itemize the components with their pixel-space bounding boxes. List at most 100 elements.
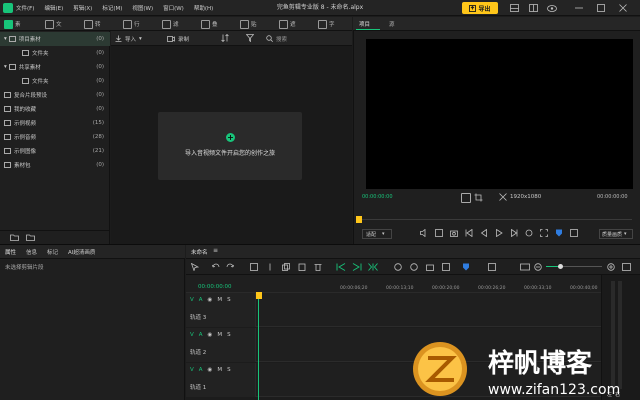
sort-button[interactable] [221, 34, 231, 42]
select-tool-icon[interactable] [191, 263, 199, 271]
track-toggle-m[interactable]: M [217, 297, 222, 303]
menu-file[interactable]: 文件(F) [16, 4, 34, 12]
chevron-down-icon[interactable]: ▾ [4, 64, 7, 70]
tab-sticker[interactable]: 贴 [240, 17, 257, 31]
track-toggle-s[interactable]: S [227, 297, 231, 303]
add-media-icon[interactable]: + [226, 133, 235, 142]
tab-ai-quality[interactable]: AI超清画质 [68, 248, 95, 256]
tab-properties[interactable]: 属性 [5, 248, 16, 256]
tree-item[interactable]: 我的收藏 (0) [0, 102, 110, 116]
import-dropzone[interactable] [158, 112, 302, 180]
eye-icon[interactable]: ◉ [208, 332, 213, 338]
panels-button[interactable] [524, 2, 542, 14]
tree-item[interactable]: ▾ 共享素材 (0) [0, 60, 110, 74]
tab-text[interactable]: 文 [45, 17, 62, 31]
trim-start-icon[interactable] [336, 263, 346, 271]
trim-end-icon[interactable] [352, 263, 362, 271]
track-toggle-s[interactable]: S [227, 367, 231, 373]
next-frame-icon[interactable] [510, 229, 518, 237]
tree-item[interactable]: 文件夹 (0) [0, 46, 110, 60]
eye-icon[interactable]: ◉ [208, 297, 213, 303]
tab-overlay[interactable]: 叠 [201, 17, 218, 31]
tree-item[interactable]: 示例音频 (28) [0, 130, 110, 144]
color-icon[interactable] [410, 263, 418, 271]
tab-sequence[interactable]: 未命名 [191, 248, 208, 256]
menu-window[interactable]: 窗口(W) [163, 4, 184, 12]
eye-icon[interactable]: ◉ [208, 367, 213, 373]
step-back-icon[interactable] [465, 229, 473, 237]
redo-icon[interactable] [226, 263, 234, 271]
menu-help[interactable]: 帮助(H) [194, 4, 213, 12]
playhead-handle[interactable] [256, 292, 262, 299]
track-toggle-a[interactable]: A [199, 332, 203, 338]
track-toggle-m[interactable]: M [217, 332, 222, 338]
tab-motion[interactable]: 行 [123, 17, 140, 31]
fullscreen-icon[interactable] [540, 229, 548, 237]
track-toggle-s[interactable]: S [227, 332, 231, 338]
track-toggle-m[interactable]: M [217, 367, 222, 373]
visibility-button[interactable] [543, 2, 561, 14]
crop-button[interactable] [474, 193, 484, 203]
magnet-icon[interactable] [488, 263, 496, 271]
tree-item[interactable]: 复合片段预设 (0) [0, 88, 110, 102]
record-button[interactable]: 录制 [167, 31, 189, 46]
volume-icon[interactable] [420, 229, 428, 237]
tree-item[interactable]: 示例图像 (21) [0, 144, 110, 158]
new-folder-icon[interactable] [10, 234, 19, 241]
tab-subtitle[interactable]: 字 [318, 17, 335, 31]
minimize-button[interactable] [570, 2, 588, 14]
camera-icon[interactable] [450, 229, 458, 237]
speed-icon[interactable] [394, 263, 402, 271]
scrubber-handle[interactable] [356, 216, 362, 223]
menu-view[interactable]: 视图(W) [132, 4, 153, 12]
shield-icon[interactable] [555, 229, 563, 237]
tree-item[interactable]: ▾ 项目素材 (0) [0, 32, 110, 46]
track-toggle-v[interactable]: V [190, 367, 194, 373]
settings-icon[interactable] [570, 229, 578, 237]
prev-frame-icon[interactable] [480, 229, 488, 237]
import-button[interactable]: 导入 ▾ [115, 31, 142, 46]
tab-info[interactable]: 信息 [26, 248, 37, 256]
tab-media[interactable]: 素 [4, 17, 21, 31]
zoom-fit-icon[interactable] [520, 263, 530, 271]
tree-item[interactable]: 文件夹 (0) [0, 74, 110, 88]
quality-select[interactable]: 质量画质 ▾ [599, 229, 633, 239]
menu-clip[interactable]: 剪辑(X) [73, 4, 92, 12]
menu-icon[interactable]: ≡ [213, 247, 218, 254]
timeline-track[interactable]: V A ◉ M S 轨道 1 [186, 363, 601, 397]
snapshot-button[interactable] [461, 193, 471, 203]
mark-in-icon[interactable] [435, 229, 443, 237]
zoom-in-icon[interactable] [607, 263, 615, 271]
undo-icon[interactable] [212, 263, 220, 271]
search-input[interactable]: 搜索 [266, 31, 287, 46]
copy-icon[interactable] [282, 263, 290, 271]
fit-select[interactable]: 适配 ▾ [362, 229, 392, 239]
crop-clip-icon[interactable] [250, 263, 258, 271]
track-toggle-v[interactable]: V [190, 332, 194, 338]
chevron-down-icon[interactable]: ▾ [4, 36, 7, 42]
split-icon[interactable] [266, 263, 274, 271]
track-toggle-a[interactable]: A [199, 367, 203, 373]
filter-button[interactable] [246, 34, 254, 42]
tab-filter[interactable]: 滤 [162, 17, 179, 31]
tree-item[interactable]: 示例视频 (15) [0, 116, 110, 130]
menu-marker[interactable]: 标记(M) [102, 4, 122, 12]
loop-icon[interactable] [525, 229, 533, 237]
menu-edit[interactable]: 编辑(E) [44, 4, 63, 12]
track-toggle-a[interactable]: A [199, 297, 203, 303]
layout-button[interactable] [505, 2, 523, 14]
preview-scrubber[interactable] [356, 219, 632, 220]
export-button[interactable]: 导出 [462, 2, 498, 14]
tab-project[interactable]: 项目 [359, 20, 370, 28]
timeline-ruler[interactable]: 00:00:00:00 00:00:06;20 00:00:13;10 00:00:… [186, 275, 640, 293]
folder-icon[interactable] [26, 234, 35, 241]
delete-icon[interactable] [314, 263, 322, 271]
settings-icon[interactable] [622, 263, 631, 271]
tab-source[interactable]: 源 [389, 20, 395, 28]
resolution-select[interactable]: 1920x1080 [499, 193, 541, 201]
timeline-track[interactable]: V A ◉ M S 轨道 2 [186, 328, 601, 362]
tree-item[interactable]: 素材包 (0) [0, 158, 110, 172]
tab-mask[interactable]: 遮 [279, 17, 296, 31]
marker-icon[interactable] [462, 263, 470, 271]
zoom-slider-handle[interactable] [558, 264, 563, 269]
